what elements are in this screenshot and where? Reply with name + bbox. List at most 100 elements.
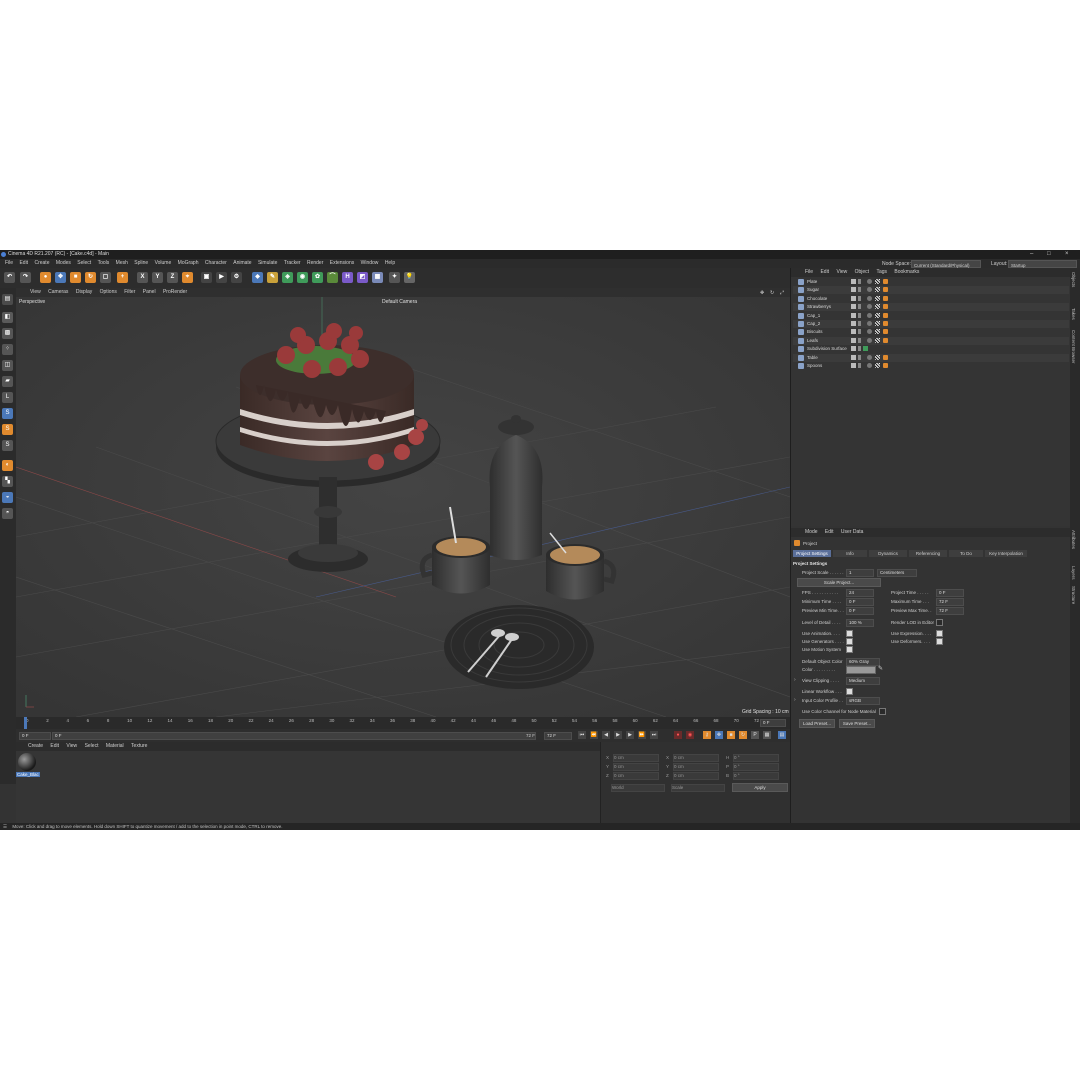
uvw-tag-icon[interactable] bbox=[883, 363, 888, 368]
menu-mograph[interactable]: MoGraph bbox=[178, 259, 199, 268]
object-menu-edit[interactable]: Edit bbox=[820, 268, 829, 277]
fps-field[interactable]: 24 bbox=[846, 589, 874, 597]
render-settings-icon[interactable]: ⚙ bbox=[231, 272, 242, 283]
use-animation-checkbox[interactable] bbox=[846, 630, 853, 637]
next-key-icon[interactable]: ⏩ bbox=[638, 731, 646, 739]
attribute-menu-user-data[interactable]: User Data bbox=[841, 528, 864, 537]
load-preset-button[interactable]: Load Preset... bbox=[799, 719, 835, 728]
node-space-select[interactable]: Current (Standard/Physical) bbox=[911, 260, 981, 268]
phong-tag-icon[interactable] bbox=[867, 354, 872, 360]
polygons-mode-icon[interactable]: ▰ bbox=[2, 376, 13, 387]
object-row[interactable]: Spoons bbox=[793, 362, 1069, 370]
use-motion-system-checkbox[interactable] bbox=[846, 646, 853, 653]
light-bulb-icon[interactable]: 💡 bbox=[404, 272, 415, 283]
uvw-tag-icon[interactable] bbox=[883, 304, 888, 310]
menu-spline[interactable]: Spline bbox=[134, 259, 148, 268]
layout-select[interactable]: Startup bbox=[1008, 260, 1077, 268]
menu-select[interactable]: Select bbox=[77, 259, 91, 268]
current-frame-field[interactable]: 0 F bbox=[19, 732, 51, 740]
visibility-toggle[interactable] bbox=[851, 287, 856, 293]
enable-toggle[interactable] bbox=[858, 287, 861, 293]
cube-icon[interactable]: ◆ bbox=[252, 272, 263, 283]
menu-edit[interactable]: Edit bbox=[19, 259, 28, 268]
go-to-end-icon[interactable]: ⏭ bbox=[650, 731, 658, 739]
coord-z-size[interactable]: 0 cm bbox=[673, 772, 719, 780]
viewport-menu-cameras[interactable]: Cameras bbox=[48, 288, 68, 297]
object-menu-object[interactable]: Object bbox=[855, 268, 869, 277]
menu-simulate[interactable]: Simulate bbox=[258, 259, 277, 268]
preview-min-time-field[interactable]: 0 F bbox=[846, 607, 874, 615]
material-name[interactable]: Cake_Blac bbox=[16, 772, 40, 777]
object-row[interactable]: Subdivision Surface bbox=[793, 345, 1069, 353]
visibility-toggle[interactable] bbox=[851, 329, 856, 335]
status-menu-icon[interactable]: ☰ bbox=[3, 824, 7, 829]
coord-h-rotation[interactable]: 0 ° bbox=[733, 754, 779, 762]
input-profile-expand-icon[interactable]: › bbox=[794, 697, 796, 703]
color-swatch[interactable] bbox=[846, 666, 876, 674]
field-icon[interactable]: H bbox=[342, 272, 353, 283]
menu-file[interactable]: File bbox=[5, 259, 13, 268]
object-row[interactable]: Plate bbox=[793, 278, 1069, 286]
viewport-menu-prorender[interactable]: ProRender bbox=[163, 288, 187, 297]
scale-project-button[interactable]: Scale Project... bbox=[797, 578, 881, 587]
points-mode-icon[interactable]: ⁘ bbox=[2, 344, 13, 355]
solo-hierarchy-icon[interactable]: ◓ bbox=[2, 508, 13, 519]
record-keys-icon[interactable]: ● bbox=[674, 731, 682, 739]
solo-icon[interactable]: ◒ bbox=[2, 492, 13, 503]
rotate-icon[interactable]: ↻ bbox=[85, 272, 96, 283]
recent-tool-icon[interactable]: ▢ bbox=[100, 272, 111, 283]
axis-mode-icon[interactable]: L bbox=[2, 392, 13, 403]
object-name[interactable]: Sugar bbox=[807, 286, 819, 294]
x-axis-button[interactable]: X bbox=[137, 272, 148, 283]
array-icon[interactable]: ◉ bbox=[297, 272, 308, 283]
enable-toggle[interactable] bbox=[858, 312, 861, 318]
viewport-menu-panel[interactable]: Panel bbox=[143, 288, 156, 297]
object-row[interactable]: Table bbox=[793, 353, 1069, 362]
object-name[interactable]: Table bbox=[807, 354, 818, 362]
eyedropper-icon[interactable]: ✎ bbox=[878, 665, 883, 672]
object-menu-tags[interactable]: Tags bbox=[876, 268, 887, 277]
menu-window[interactable]: Window bbox=[361, 259, 379, 268]
object-menu-bookmarks[interactable]: Bookmarks bbox=[894, 268, 919, 277]
object-name[interactable]: Subdivision Surface bbox=[807, 345, 847, 353]
workplane-icon[interactable]: ▚ bbox=[2, 476, 13, 487]
right-tab-content-browser[interactable]: Content Browser bbox=[1071, 330, 1076, 364]
uvw-tag-icon[interactable] bbox=[883, 321, 888, 326]
use-expression-checkbox[interactable] bbox=[936, 630, 943, 637]
menu-modes[interactable]: Modes bbox=[56, 259, 71, 268]
object-menu-file[interactable]: File bbox=[805, 268, 813, 277]
phong-tag-icon[interactable] bbox=[867, 363, 872, 368]
phong-tag-icon[interactable] bbox=[867, 321, 872, 326]
viewport-menu-filter[interactable]: Filter bbox=[124, 288, 135, 297]
menu-create[interactable]: Create bbox=[34, 259, 49, 268]
previous-frame-icon[interactable]: ◀ bbox=[602, 731, 610, 739]
menu-render[interactable]: Render bbox=[307, 259, 323, 268]
phong-tag-icon[interactable] bbox=[867, 312, 872, 318]
timeline-window-icon[interactable]: ▤ bbox=[778, 731, 786, 739]
uvw-tag-icon[interactable] bbox=[883, 312, 888, 318]
menu-tracker[interactable]: Tracker bbox=[284, 259, 301, 268]
cloner-icon[interactable]: ✿ bbox=[312, 272, 323, 283]
input-color-profile-select[interactable]: sRGB bbox=[846, 697, 880, 705]
coord-scale-select[interactable]: Scale bbox=[671, 784, 725, 792]
phong-tag-icon[interactable] bbox=[867, 295, 872, 301]
enable-toggle[interactable] bbox=[858, 321, 861, 326]
object-row[interactable]: Chocolate bbox=[793, 295, 1069, 303]
placemat[interactable] bbox=[444, 605, 594, 689]
uvw-tag-icon[interactable] bbox=[883, 354, 888, 360]
z-axis-button[interactable]: Z bbox=[167, 272, 178, 283]
make-editable-icon[interactable]: ▤ bbox=[2, 294, 13, 305]
snap-icon[interactable]: S bbox=[2, 408, 13, 419]
previous-key-icon[interactable]: ⏪ bbox=[590, 731, 598, 739]
visibility-toggle[interactable] bbox=[851, 363, 856, 368]
minimum-time-field[interactable]: 0 F bbox=[846, 598, 874, 606]
coord-apply-button[interactable]: Apply bbox=[732, 783, 788, 792]
object-name[interactable]: Cap_2 bbox=[807, 320, 820, 328]
coordinate-system-icon[interactable]: ⌖ bbox=[182, 272, 193, 283]
menu-mesh[interactable]: Mesh bbox=[116, 259, 128, 268]
light-icon[interactable]: ✦ bbox=[389, 272, 400, 283]
play-icon[interactable]: ▶ bbox=[614, 731, 622, 739]
project-scale-unit-select[interactable]: Centimeters bbox=[877, 569, 917, 577]
coord-y-size[interactable]: 0 cm bbox=[673, 763, 719, 771]
live-selection-icon[interactable]: ● bbox=[40, 272, 51, 283]
